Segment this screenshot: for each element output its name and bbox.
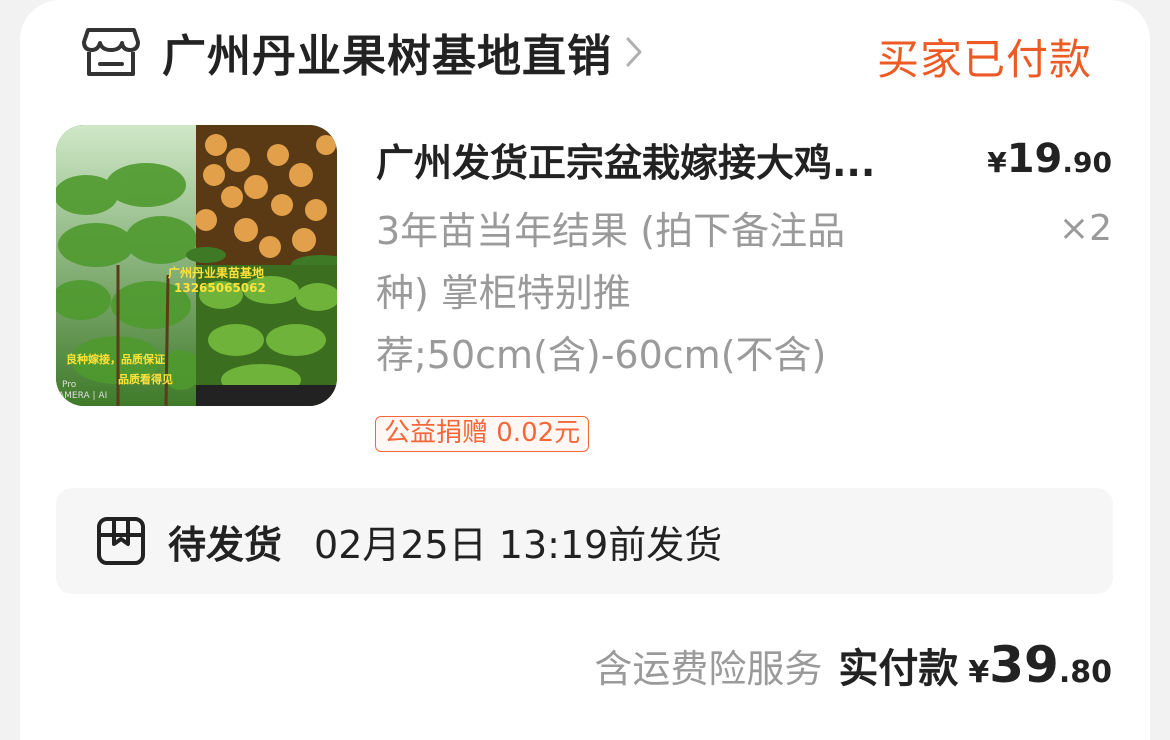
insurance-note: 含运费险服务 <box>594 647 823 691</box>
spec-line: 荐;50cm(含)-60cm(不含) <box>376 333 827 377</box>
store-icon <box>82 23 140 81</box>
order-status: 买家已付款 <box>876 35 1092 84</box>
shop-header[interactable]: 广州丹业果树基地直销 <box>82 22 654 82</box>
shipping-status: 待发货 <box>168 522 283 567</box>
price-integer: 19 <box>1006 136 1063 182</box>
image-caption-phone: 13265065062 <box>174 281 266 295</box>
chevron-right-icon[interactable] <box>624 32 654 72</box>
quantity: ×2 <box>1058 208 1112 249</box>
price-decimal: .90 <box>1062 146 1112 179</box>
package-icon <box>94 514 148 568</box>
product-spec: 3年苗当年结果 (拍下备注品 种) 掌柜特别推 荐;50cm(含)-60cm(不… <box>376 200 936 386</box>
total-decimal: .80 <box>1058 655 1112 690</box>
spec-line: 种) 掌柜特别推 <box>376 271 631 315</box>
total-currency: ¥ <box>968 655 990 690</box>
total-amount: ¥39.80 <box>968 636 1112 694</box>
image-watermark-brand: AMERA | AI <box>58 391 108 401</box>
shipping-deadline: 02月25日 13:19前发货 <box>314 522 723 567</box>
unit-price: ¥19.90 <box>987 136 1112 182</box>
shipping-status-box[interactable]: 待发货 02月25日 13:19前发货 <box>56 488 1113 594</box>
paid-label: 实付款 <box>838 646 959 692</box>
donation-badge: 公益捐赠 0.02元 <box>375 416 590 452</box>
image-caption-visible: 品质看得见 <box>118 373 173 386</box>
payment-summary: 含运费险服务 实付款 ¥39.80 <box>594 636 1112 694</box>
total-integer: 39 <box>989 636 1059 694</box>
image-caption-quality: 良种嫁接，品质保证 <box>66 353 165 366</box>
product-image[interactable]: 广州丹业果苗基地 13265065062 良种嫁接，品质保证 品质看得见 Pro… <box>56 125 337 406</box>
shop-name[interactable]: 广州丹业果树基地直销 <box>162 20 612 84</box>
price-currency: ¥ <box>987 146 1007 179</box>
image-watermark: Pro <box>62 380 77 390</box>
spec-line: 3年苗当年结果 (拍下备注品 <box>376 209 846 253</box>
product-title[interactable]: 广州发货正宗盆栽嫁接大鸡... <box>376 132 966 187</box>
image-caption: 广州丹业果苗基地 <box>168 266 265 280</box>
